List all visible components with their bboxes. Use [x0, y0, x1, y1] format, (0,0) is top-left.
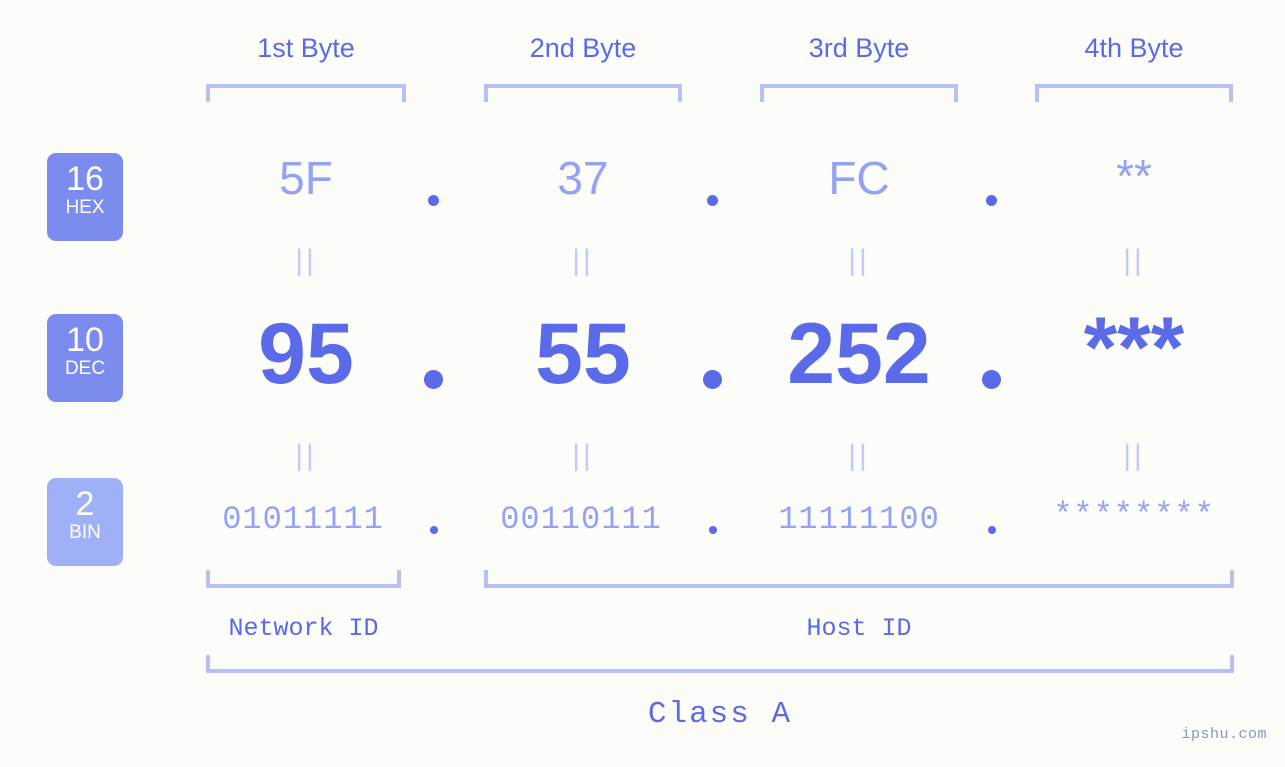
class-label: Class A — [206, 697, 1234, 732]
bin-byte-1: 01011111 — [203, 504, 403, 536]
hex-byte-2: 37 — [484, 155, 682, 201]
dec-separator-1 — [424, 370, 443, 389]
base-badge-dec-label: DEC — [64, 358, 106, 379]
equivalence-mark-3-glyph: || — [848, 244, 870, 277]
hex-byte-4-value: ** — [1116, 150, 1152, 202]
equivalence-mark-2-glyph: || — [572, 244, 594, 277]
byte-header-1: 1st Byte — [206, 33, 406, 64]
byte-header-1-label: 1st Byte — [257, 33, 355, 63]
bin-separator-2 — [709, 526, 717, 534]
hex-byte-3-value: FC — [828, 152, 890, 204]
hex-separator-2 — [707, 195, 718, 206]
equivalence-mark-7: || — [760, 441, 958, 471]
ip-address-breakdown-diagram: 1st Byte 2nd Byte 3rd Byte 4th Byte 16 H… — [0, 0, 1285, 767]
equivalence-mark-1: || — [206, 246, 406, 276]
base-badge-hex: 16 HEX — [47, 153, 123, 241]
host-id-bracket — [484, 570, 1234, 588]
base-badge-hex-label: HEX — [65, 197, 105, 218]
bin-separator-3 — [988, 526, 996, 534]
dec-separator-2 — [703, 370, 722, 389]
bin-byte-1-value: 01011111 — [222, 501, 384, 538]
dec-byte-1-value: 95 — [258, 306, 354, 402]
hex-byte-1: 5F — [206, 155, 406, 201]
byte-header-4: 4th Byte — [1035, 33, 1233, 64]
host-id-label-text: Host ID — [806, 614, 912, 643]
hex-byte-1-value: 5F — [279, 152, 333, 204]
host-id-label: Host ID — [484, 614, 1234, 643]
hex-byte-3: FC — [760, 155, 958, 201]
dec-byte-4: *** — [1035, 305, 1233, 391]
equivalence-mark-6-glyph: || — [572, 439, 594, 472]
equivalence-mark-2: || — [484, 246, 682, 276]
base-badge-bin: 2 BIN — [47, 478, 123, 566]
network-id-label-text: Network ID — [228, 614, 379, 643]
dec-byte-1: 95 — [206, 311, 406, 397]
base-badge-bin-label: BIN — [69, 522, 101, 543]
network-id-label: Network ID — [206, 614, 401, 643]
byte-header-3-label: 3rd Byte — [808, 33, 910, 63]
hex-byte-2-value: 37 — [557, 152, 609, 204]
equivalence-mark-7-glyph: || — [848, 439, 870, 472]
equivalence-mark-5-glyph: || — [295, 439, 317, 472]
equivalence-mark-1-glyph: || — [295, 244, 317, 277]
base-badge-dec: 10 DEC — [47, 314, 123, 402]
class-label-text: Class A — [647, 697, 793, 732]
equivalence-mark-3: || — [760, 246, 958, 276]
hex-separator-1 — [428, 195, 439, 206]
bin-byte-2-value: 00110111 — [500, 501, 662, 538]
dec-byte-3: 252 — [760, 311, 958, 397]
equivalence-mark-4-glyph: || — [1123, 244, 1145, 277]
equivalence-mark-8-glyph: || — [1123, 439, 1145, 472]
byte-bracket-4 — [1035, 84, 1233, 102]
byte-bracket-2 — [484, 84, 682, 102]
byte-header-4-label: 4th Byte — [1084, 33, 1184, 63]
equivalence-mark-6: || — [484, 441, 682, 471]
byte-bracket-1 — [206, 84, 406, 102]
bin-separator-1 — [430, 526, 438, 534]
dec-byte-3-value: 252 — [787, 306, 931, 402]
bin-byte-3-value: 11111100 — [778, 501, 940, 538]
dec-byte-2-value: 55 — [535, 306, 631, 402]
byte-bracket-3 — [760, 84, 958, 102]
hex-separator-3 — [986, 195, 997, 206]
bin-byte-4: ******** — [1035, 500, 1233, 532]
watermark-text: ipshu.com — [1181, 726, 1267, 743]
hex-byte-4: ** — [1035, 153, 1233, 199]
dec-separator-3 — [982, 370, 1001, 389]
network-id-bracket — [206, 570, 401, 588]
class-bracket — [206, 655, 1234, 673]
equivalence-mark-5: || — [206, 441, 406, 471]
bin-byte-2: 00110111 — [482, 504, 680, 536]
dec-byte-2: 55 — [484, 311, 682, 397]
base-badge-hex-number: 16 — [66, 160, 104, 198]
equivalence-mark-4: || — [1035, 246, 1233, 276]
bin-byte-3: 11111100 — [760, 504, 958, 536]
bin-byte-4-value: ******** — [1053, 497, 1215, 534]
watermark: ipshu.com — [1181, 726, 1267, 743]
base-badge-dec-number: 10 — [66, 321, 104, 359]
byte-header-3: 3rd Byte — [760, 33, 958, 64]
base-badge-bin-number: 2 — [75, 485, 95, 523]
byte-header-2-label: 2nd Byte — [529, 33, 637, 63]
byte-header-2: 2nd Byte — [484, 33, 682, 64]
dec-byte-4-value: *** — [1083, 300, 1185, 396]
equivalence-mark-8: || — [1035, 441, 1233, 471]
